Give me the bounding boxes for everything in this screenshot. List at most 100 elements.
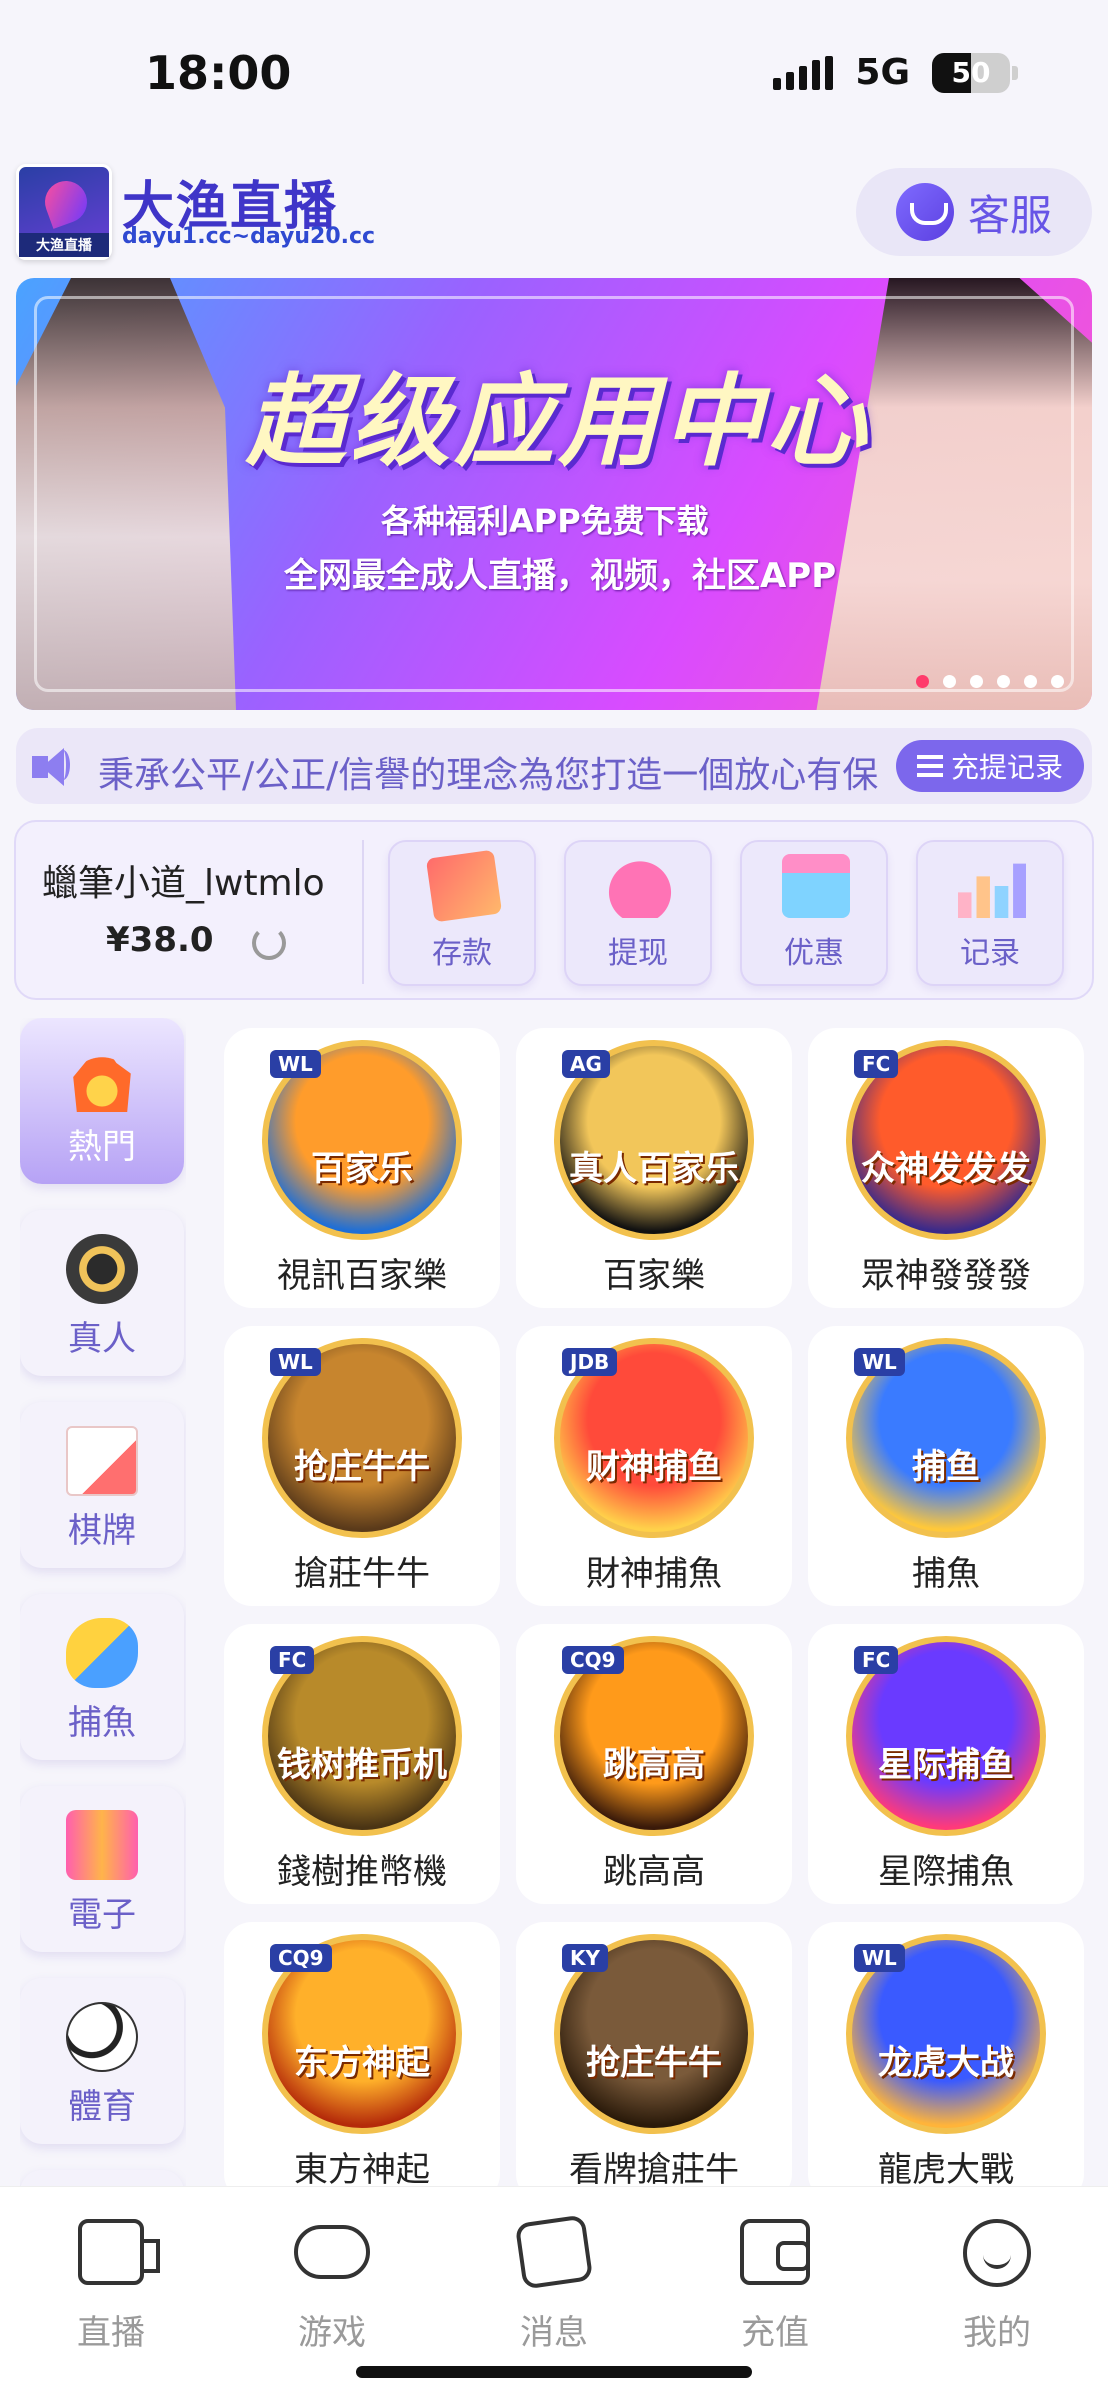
- slot-machine-icon: [66, 1810, 138, 1880]
- game-tile[interactable]: JDB 财神捕鱼財神捕魚: [516, 1326, 792, 1606]
- game-artwork: FC 星际捕鱼: [846, 1636, 1046, 1836]
- refresh-icon[interactable]: [252, 926, 286, 960]
- game-artwork: WL 捕鱼: [846, 1338, 1046, 1538]
- game-tile[interactable]: FC 钱树推币机錢樹推幣機: [224, 1624, 500, 1904]
- records-button[interactable]: 记录: [916, 840, 1064, 986]
- banner-subtitle-2: 全网最全成人直播，视频，社区APP: [284, 556, 837, 596]
- cellular-signal-icon: [773, 55, 834, 90]
- provider-badge: CQ9: [562, 1646, 624, 1674]
- gift-icon: [782, 854, 850, 918]
- provider-badge: WL: [854, 1348, 905, 1376]
- carousel-dot[interactable]: [916, 675, 929, 688]
- game-tile[interactable]: FC 众神发发发眾神發發發: [808, 1028, 1084, 1308]
- game-artwork: JDB 财神捕鱼: [554, 1338, 754, 1538]
- category-label: 棋牌: [68, 1511, 136, 1551]
- carousel-dot[interactable]: [943, 675, 956, 688]
- message-heart-icon: [514, 2214, 594, 2290]
- game-art-title: 捕鱼: [912, 1447, 980, 1487]
- category-more[interactable]: [20, 2170, 184, 2186]
- promo-banner[interactable]: 超级应用中心 各种福利APP免费下载 全网最全成人直播，视频，社区APP: [16, 278, 1092, 710]
- game-grid: WL 百家乐 視訊百家樂 AG 真人百家乐 百家樂 FC 众神发发发 眾神發發發 WL 抢庄牛牛 搶莊…: [224, 1028, 1084, 2188]
- battery-percent: 50: [951, 56, 991, 89]
- game-art-title: 龙虎大战: [878, 2043, 1014, 2083]
- game-tile[interactable]: CQ9 东方神起東方神起: [224, 1922, 500, 2188]
- provider-badge: WL: [270, 1050, 321, 1078]
- game-tile[interactable]: KY 抢庄牛牛 看牌搶莊牛: [516, 1922, 792, 2188]
- provider-badge: FC: [854, 1646, 899, 1674]
- battery-icon: 50: [932, 52, 1010, 93]
- records-label: 记录: [960, 936, 1020, 971]
- carousel-dot[interactable]: [970, 675, 983, 688]
- recharge-record-button[interactable]: 充提记录: [896, 740, 1084, 792]
- game-name: 星際捕魚: [878, 1852, 1014, 1892]
- game-name: 財神捕魚: [586, 1554, 722, 1594]
- banner-model-left: [16, 278, 236, 710]
- game-name: 錢樹推幣機: [277, 1852, 447, 1892]
- game-artwork: FC 钱树推币机: [262, 1636, 462, 1836]
- category-label: 真人: [68, 1319, 136, 1359]
- provider-badge: CQ9: [270, 1944, 332, 1972]
- customer-service-button[interactable]: 客服: [856, 168, 1092, 256]
- category-label: 體育: [68, 2087, 136, 2127]
- provider-badge: WL: [854, 1944, 905, 1972]
- network-type: 5G: [855, 52, 910, 93]
- smile-icon: [963, 2219, 1031, 2287]
- game-name: 百家樂: [603, 1256, 705, 1296]
- carousel-dot[interactable]: [1051, 675, 1064, 688]
- provider-badge: FC: [854, 1050, 899, 1078]
- status-time: 18:00: [145, 46, 292, 100]
- tab-live[interactable]: 直播: [31, 2219, 191, 2353]
- category-slots[interactable]: 電子: [20, 1786, 184, 1952]
- game-name: 視訊百家樂: [277, 1256, 447, 1296]
- game-art-title: 星际捕鱼: [878, 1745, 1014, 1785]
- username: 蠟筆小道_lwtmlo: [42, 863, 325, 904]
- provider-badge: FC: [270, 1646, 315, 1674]
- category-hot[interactable]: 熱門: [20, 1018, 184, 1184]
- game-art-title: 百家乐: [311, 1149, 413, 1189]
- playing-card-icon: [66, 1426, 138, 1496]
- card-icon: [425, 849, 503, 923]
- game-name: 東方神起: [294, 2150, 430, 2188]
- game-name: 眾神發發發: [861, 1256, 1031, 1296]
- announcement-bar[interactable]: 秉承公平/公正/信譽的理念為您打造一個放心有保 充提记录: [16, 728, 1092, 804]
- category-fishing[interactable]: 捕魚: [20, 1594, 184, 1760]
- game-artwork: CQ9 跳高高: [554, 1636, 754, 1836]
- game-name: 看牌搶莊牛: [569, 2150, 739, 2188]
- carousel-dot[interactable]: [1024, 675, 1037, 688]
- game-tile[interactable]: FC 星际捕鱼星際捕魚: [808, 1624, 1084, 1904]
- game-tile[interactable]: WL 捕鱼 捕魚: [808, 1326, 1084, 1606]
- game-tile[interactable]: AG 真人百家乐 百家樂: [516, 1028, 792, 1308]
- category-sports[interactable]: 體育: [20, 1978, 184, 2144]
- promotion-label: 优惠: [784, 936, 844, 971]
- game-tile[interactable]: WL 龙虎大战龍虎大戰: [808, 1922, 1084, 2188]
- withdraw-button[interactable]: 提现: [564, 840, 712, 986]
- provider-badge: AG: [562, 1050, 610, 1078]
- category-cards[interactable]: 棋牌: [20, 1402, 184, 1568]
- fire-icon: [73, 1042, 131, 1112]
- category-live[interactable]: 真人: [20, 1210, 184, 1376]
- carousel-dot[interactable]: [997, 675, 1010, 688]
- game-artwork: CQ9 东方神起: [262, 1934, 462, 2134]
- recharge-record-label: 充提记录: [950, 751, 1063, 784]
- wallet-card: 蠟筆小道_lwtmlo ¥38.0 存款 提现 优惠 记录: [14, 820, 1094, 1000]
- carousel-dots[interactable]: [916, 675, 1064, 688]
- game-artwork: FC 众神发发发: [846, 1040, 1046, 1240]
- game-tile[interactable]: WL 抢庄牛牛 搶莊牛牛: [224, 1326, 500, 1606]
- game-art-title: 财神捕鱼: [586, 1447, 722, 1487]
- speaker-wave: [56, 750, 70, 780]
- tab-messages[interactable]: 消息: [474, 2214, 634, 2353]
- status-indicators: 5G 50: [773, 52, 1018, 93]
- tab-profile[interactable]: 我的: [917, 2219, 1077, 2353]
- game-name: 龍虎大戰: [878, 2150, 1014, 2188]
- home-indicator: [356, 2366, 752, 2378]
- deposit-button[interactable]: 存款: [388, 840, 536, 986]
- announcement-text: 秉承公平/公正/信譽的理念為您打造一個放心有保: [98, 755, 879, 796]
- tab-recharge[interactable]: 充值: [695, 2219, 855, 2353]
- game-tile[interactable]: WL 百家乐視訊百家樂: [224, 1028, 500, 1308]
- promotion-button[interactable]: 优惠: [740, 840, 888, 986]
- game-tile[interactable]: CQ9 跳高高 跳高高: [516, 1624, 792, 1904]
- tab-games[interactable]: 游戏: [252, 2219, 412, 2353]
- category-label: 熱門: [68, 1127, 136, 1167]
- category-label: 捕魚: [68, 1703, 136, 1743]
- tab-label: 消息: [520, 2313, 588, 2353]
